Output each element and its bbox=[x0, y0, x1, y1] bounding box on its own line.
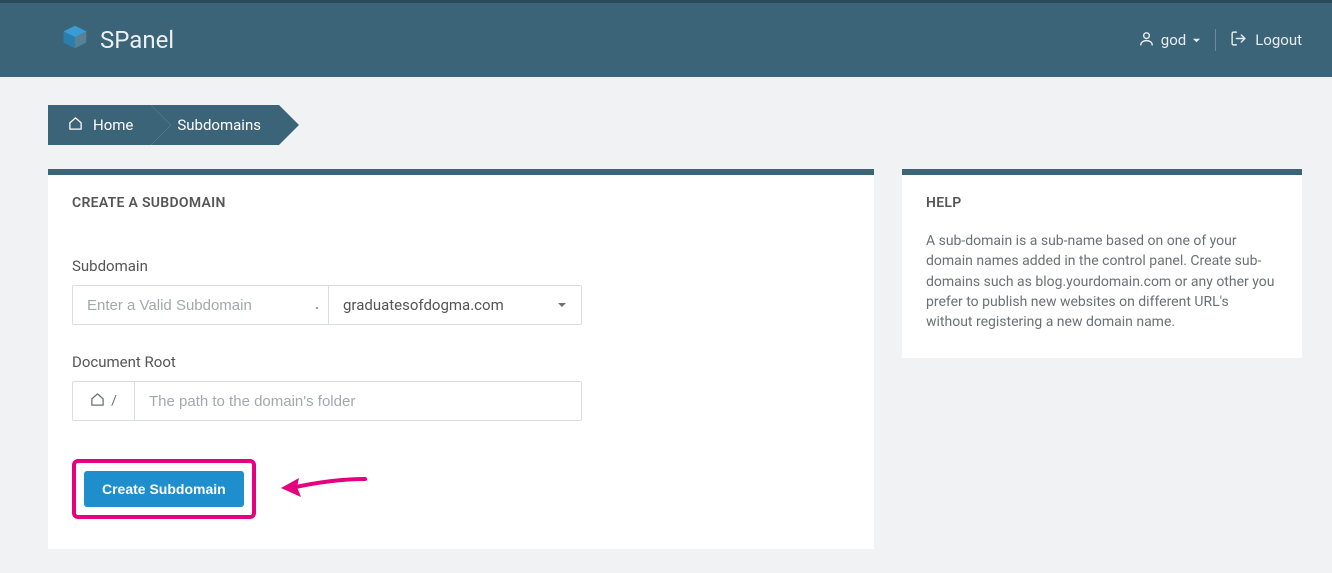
highlight-annotation: Create Subdomain bbox=[72, 459, 256, 519]
logout-label: Logout bbox=[1255, 31, 1302, 49]
brand[interactable]: SPanel bbox=[60, 22, 174, 58]
breadcrumb-current-label: Subdomains bbox=[177, 116, 261, 134]
home-icon bbox=[90, 392, 105, 411]
page-wrap: CREATE A SUBDOMAIN Subdomain . graduates… bbox=[0, 145, 1332, 573]
help-card: HELP A sub-domain is a sub-name based on… bbox=[902, 169, 1302, 358]
topbar: SPanel god Logout bbox=[0, 3, 1332, 77]
logout-link[interactable]: Logout bbox=[1230, 30, 1302, 51]
card-title: CREATE A SUBDOMAIN bbox=[48, 175, 874, 219]
divider bbox=[1215, 29, 1216, 51]
brand-name: SPanel bbox=[100, 26, 174, 54]
breadcrumb-home[interactable]: Home bbox=[48, 105, 151, 145]
user-menu[interactable]: god bbox=[1138, 30, 1201, 51]
subdomain-label: Subdomain bbox=[72, 257, 850, 275]
help-text: A sub-domain is a sub-name based on one … bbox=[902, 219, 1302, 358]
path-prefix-slash: / bbox=[111, 393, 117, 409]
domain-select-value: graduatesofdogma.com bbox=[343, 296, 504, 314]
create-subdomain-card: CREATE A SUBDOMAIN Subdomain . graduates… bbox=[48, 169, 874, 549]
separator-dot: . bbox=[306, 285, 328, 325]
breadcrumb: Home Subdomains bbox=[48, 105, 1332, 145]
docroot-label: Document Root bbox=[72, 353, 850, 371]
docroot-row: / bbox=[72, 381, 582, 421]
create-subdomain-button[interactable]: Create Subdomain bbox=[84, 471, 244, 507]
username-label: god bbox=[1161, 31, 1186, 49]
home-icon bbox=[68, 116, 83, 135]
docroot-input[interactable] bbox=[134, 381, 582, 421]
subdomain-input[interactable] bbox=[72, 285, 306, 325]
topbar-right: god Logout bbox=[1138, 29, 1302, 51]
subdomain-row: . graduatesofdogma.com bbox=[72, 285, 582, 325]
breadcrumb-home-label: Home bbox=[93, 116, 133, 134]
logout-icon bbox=[1230, 30, 1247, 51]
docroot-prefix: / bbox=[72, 381, 134, 421]
user-icon bbox=[1138, 30, 1155, 51]
help-title: HELP bbox=[902, 175, 1302, 219]
arrow-annotation-icon bbox=[277, 473, 367, 507]
brand-logo-icon bbox=[60, 22, 90, 58]
domain-select[interactable]: graduatesofdogma.com bbox=[328, 285, 582, 325]
chevron-down-icon bbox=[1192, 31, 1201, 49]
chevron-down-icon bbox=[557, 296, 567, 314]
card-body: Subdomain . graduatesofdogma.com Documen… bbox=[48, 219, 874, 549]
